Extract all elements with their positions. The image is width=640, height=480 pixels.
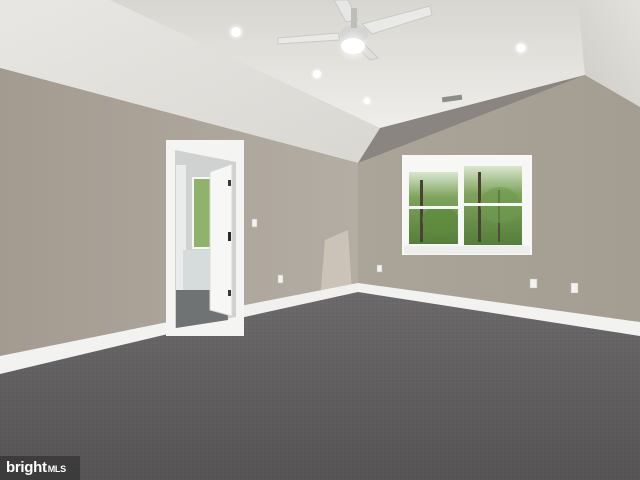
light-switch: [251, 218, 258, 228]
recessed-light: [516, 43, 526, 53]
recessed-light: [313, 70, 321, 78]
watermark-brand: bright: [6, 459, 47, 476]
outlet: [570, 282, 579, 294]
outlet: [376, 264, 383, 273]
room-photo: [0, 0, 640, 480]
brightmls-watermark: brightMLS: [0, 456, 80, 480]
bathroom-window: [192, 177, 212, 249]
recessed-light: [231, 27, 241, 37]
watermark-suffix: MLS: [47, 464, 66, 474]
recessed-light: [364, 98, 370, 104]
outlet: [529, 278, 538, 289]
outlet: [277, 274, 284, 284]
